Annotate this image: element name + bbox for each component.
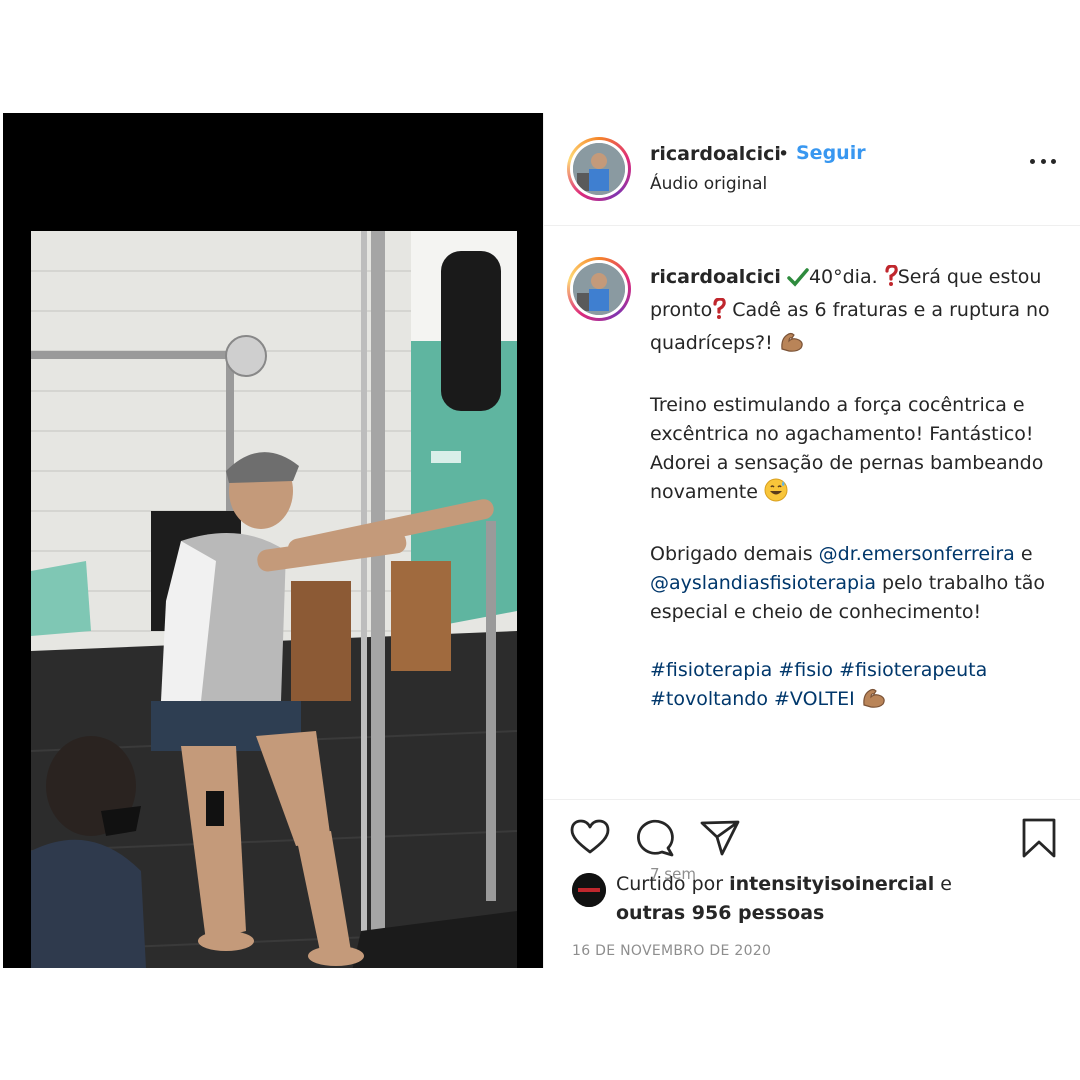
separator-dot: • — [778, 143, 790, 165]
grinning-sweat-face-icon — [764, 478, 788, 511]
comment-icon[interactable] — [635, 819, 675, 857]
hashtag-link[interactable]: #tovoltando — [650, 688, 768, 710]
caption-username[interactable]: ricardoalcici — [650, 266, 781, 288]
caption-thanks-text: Obrigado demais — [650, 543, 813, 565]
post-date[interactable]: 16 DE NOVEMBRO DE 2020 — [572, 943, 771, 959]
post-video-frame[interactable] — [31, 231, 517, 968]
caption-author-avatar[interactable] — [567, 257, 631, 321]
post-caption: ricardoalcici 40°dia. Será que estou pro… — [544, 227, 1080, 883]
author-username[interactable]: ricardoalcici — [650, 143, 781, 165]
likes-prefix: Curtido por — [616, 873, 724, 895]
hashtag-link[interactable]: #fisioterapeuta — [839, 659, 987, 681]
caption-training-text: Treino estimulando a força cocêntrica e … — [650, 394, 1044, 503]
flexed-bicep-icon — [861, 685, 887, 718]
heart-icon[interactable] — [570, 819, 610, 855]
share-icon[interactable] — [700, 819, 740, 857]
likes-others-count[interactable]: outras 956 pessoas — [616, 902, 824, 924]
more-options-icon[interactable] — [1030, 159, 1056, 167]
likes-conjunction: e — [940, 873, 952, 895]
mention-link-1[interactable]: @dr.emersonferreira — [819, 543, 1015, 565]
mention-link-2[interactable]: @ayslandiasfisioterapia — [650, 572, 876, 594]
caption-text: ricardoalcici 40°dia. Será que estou pro… — [650, 263, 1050, 747]
caption-day: 40°dia. — [808, 266, 878, 288]
caption-paragraph-2: Treino estimulando a força cocêntrica e … — [650, 391, 1050, 511]
check-mark-icon — [787, 267, 809, 296]
caption-paragraph-1: ricardoalcici 40°dia. Será que estou pro… — [650, 263, 1050, 362]
flexed-bicep-icon — [779, 329, 805, 362]
liker-username[interactable]: intensityisoinercial — [729, 873, 934, 895]
question-mark-icon — [884, 264, 898, 296]
post-header: ricardoalcici • Seguir Áudio original — [544, 113, 1080, 226]
caption-paragraph-3: Obrigado demais @dr.emersonferreira e @a… — [650, 540, 1050, 627]
gym-scene-image — [31, 231, 517, 968]
audio-label[interactable]: Áudio original — [650, 174, 767, 194]
instagram-post: ricardoalcici • Seguir Áudio original ri… — [3, 113, 1080, 968]
follow-button[interactable]: Seguir — [796, 142, 866, 164]
liker-avatar[interactable] — [572, 873, 606, 907]
post-side-panel: ricardoalcici • Seguir Áudio original ri… — [543, 113, 1080, 968]
caption-and-text: e — [1020, 543, 1033, 565]
author-avatar[interactable] — [567, 137, 631, 201]
bookmark-icon[interactable] — [1021, 818, 1057, 858]
likes-summary: Curtido por intensityisoinercial e — [616, 873, 952, 895]
hashtag-link[interactable]: #VOLTEI — [774, 688, 855, 710]
caption-hashtags: #fisioterapia #fisio #fisioterapeuta #to… — [650, 656, 1050, 718]
hashtag-link[interactable]: #fisio — [778, 659, 833, 681]
hashtag-link[interactable]: #fisioterapia — [650, 659, 772, 681]
question-mark-icon — [712, 297, 726, 329]
post-media[interactable] — [3, 113, 543, 968]
